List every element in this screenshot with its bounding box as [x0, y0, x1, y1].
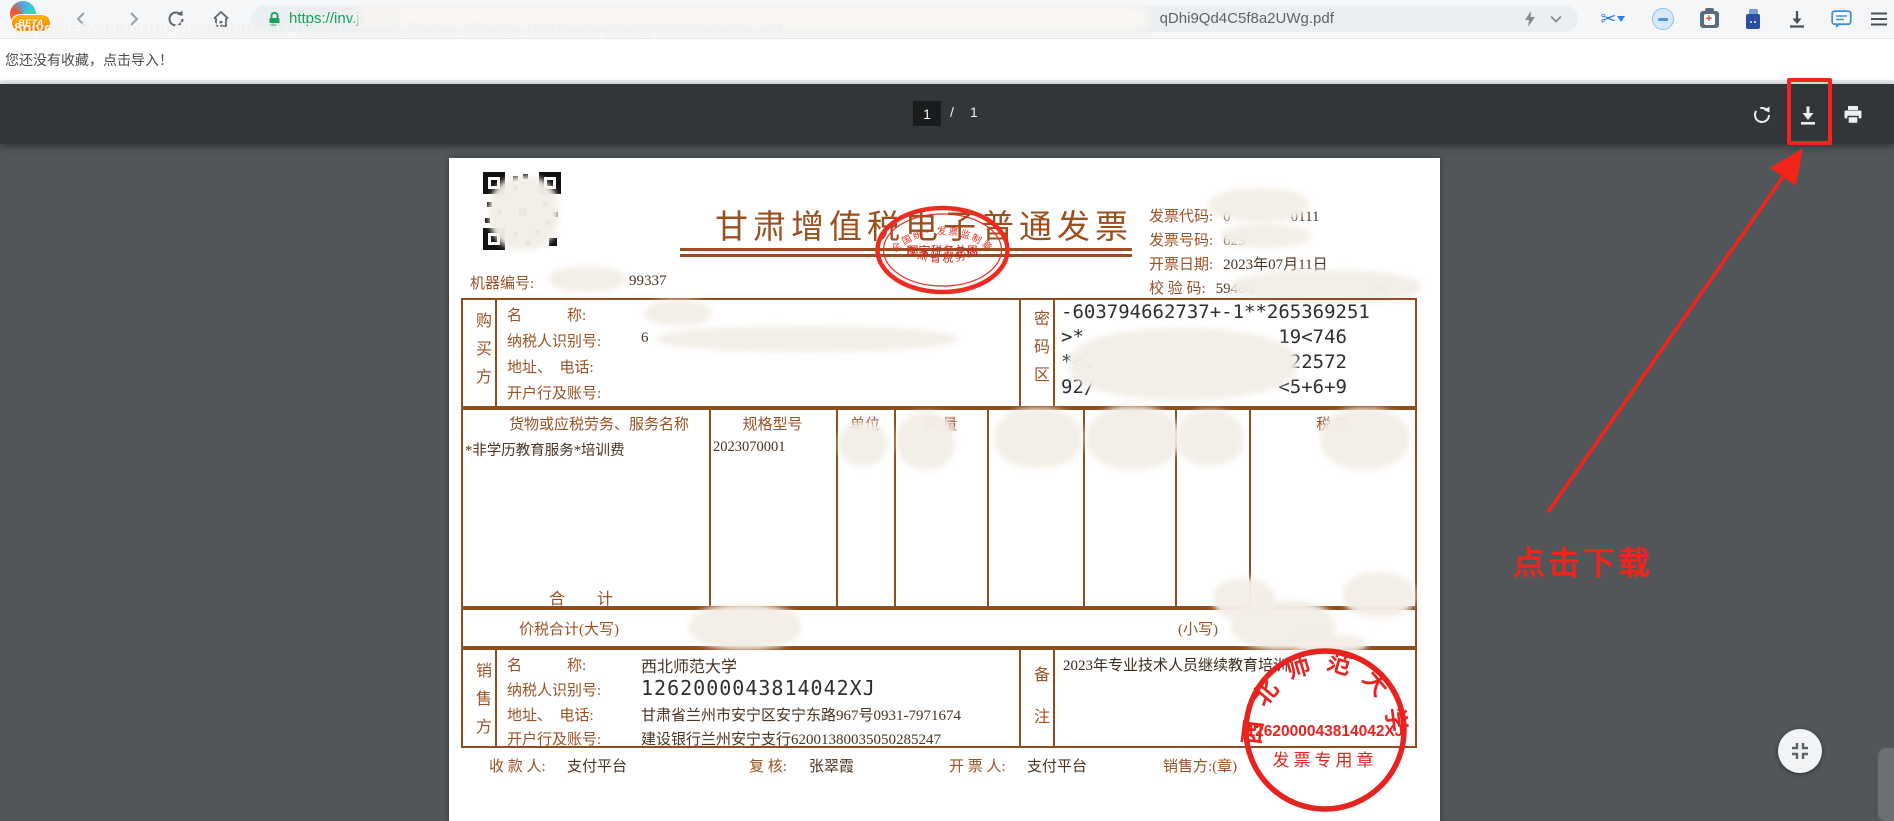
menu-icon[interactable] — [1866, 7, 1892, 31]
redaction-blur — [839, 422, 887, 466]
col-header-spec: 规格型号 — [711, 413, 834, 434]
fit-icon — [1791, 742, 1809, 760]
redaction-blur — [1177, 410, 1243, 466]
seller-bank-value: 建设银行兰州安宁支行62001380035050285247 — [641, 728, 941, 749]
amount-figures-label: (小写) — [1178, 618, 1218, 639]
machine-no-label: 机器编号: — [470, 272, 534, 293]
buyer-name-label: 名 称: — [507, 304, 586, 325]
redaction-blur — [1209, 188, 1309, 222]
seller-name-value: 西北师范大学 — [641, 653, 737, 677]
svg-text:发票专用章: 发票专用章 — [1273, 751, 1378, 770]
remark-side-label: 备注 — [1027, 666, 1051, 750]
page-divider: / — [950, 104, 954, 120]
redaction-blur — [994, 408, 1082, 468]
total-row-label: 合 计 — [549, 585, 613, 609]
seller-addr-value: 甘肃省兰州市安宁区安宁东路967号0931-7971674 — [641, 704, 961, 725]
redaction-blur — [1343, 572, 1415, 618]
review-label: 复 核: — [749, 755, 787, 776]
password-line: -603794662737+-1**265369251 — [1061, 301, 1370, 323]
edge-panel — [1878, 748, 1894, 821]
redaction-blur — [549, 266, 625, 292]
redaction-blur — [645, 300, 711, 326]
fit-to-page-button[interactable] — [1778, 729, 1822, 773]
redaction-blur — [1069, 328, 1297, 400]
medkit-icon[interactable]: + — [1696, 7, 1722, 31]
redaction-blur — [657, 326, 957, 352]
drawer-value: 支付平台 — [1027, 755, 1087, 776]
item-spec: 2023070001 — [713, 439, 786, 456]
drawer-label: 开 票 人: — [949, 755, 1006, 776]
rotate-icon[interactable] — [1749, 102, 1775, 128]
feedback-comment-icon[interactable] — [1828, 7, 1854, 31]
amount-words-label: 价税合计(大写) — [519, 618, 619, 639]
password-side-label: 密码区 — [1027, 310, 1051, 394]
seller-taxid-label: 纳税人识别号: — [507, 679, 601, 700]
tax-supervision-seal: 全国统一发票监制章 国家税务总局 甘肃省税务局 — [873, 204, 1012, 296]
company-seal: 西北师范大学 1262000043814042XJ 发票专用章 — [1240, 645, 1410, 815]
machine-no-value: 99337 — [629, 273, 667, 290]
bookmarks-bar: 您还没有收藏，点击导入！ — [0, 39, 1894, 80]
seller-stamp-label: 销售方:(章) — [1163, 755, 1237, 776]
redaction-blur — [1087, 406, 1179, 470]
col-header-name: 货物或应税劳务、服务名称 — [499, 413, 699, 434]
screenshot-scissors-icon[interactable]: ✂ — [1600, 7, 1626, 31]
svg-text:1262000043814042XJ: 1262000043814042XJ — [1247, 723, 1404, 740]
payee-label: 收 款 人: — [489, 755, 546, 776]
pdf-toolbar — [0, 84, 1894, 144]
seller-side-label: 销售方 — [469, 662, 493, 746]
annotation-box — [1787, 78, 1832, 145]
annotation-label: 点击下载 — [1513, 538, 1653, 584]
urlbar-chevron-down-icon[interactable] — [1550, 15, 1562, 23]
redaction-blur — [489, 176, 559, 250]
invoice-page: 机器编号: 99337 甘肃增值税电子普通发票 全国统一发票监制章 国家税务总局… — [449, 158, 1440, 821]
redaction-blur — [1221, 224, 1311, 248]
adblock-minus-icon[interactable] — [1650, 7, 1676, 31]
seller-taxid-value: 1262000043814042XJ — [641, 676, 876, 700]
item-name: *非学历教育服务*培训费 — [465, 439, 625, 460]
bookmarks-hint[interactable]: 您还没有收藏，点击导入！ — [5, 50, 173, 70]
payee-value: 支付平台 — [567, 755, 627, 776]
buyer-side-label: 购买方 — [469, 312, 493, 396]
quick-launch-bolt-icon[interactable] — [1524, 11, 1536, 27]
url-suffix: qDhi9Qd4C5f8a2UWg.pdf — [1160, 10, 1334, 27]
review-value: 张翠霞 — [809, 755, 854, 776]
browser-download-icon[interactable] — [1784, 7, 1810, 31]
seller-addr-label: 地址、 电话: — [507, 704, 594, 725]
buyer-taxid-label: 纳税人识别号: — [507, 330, 601, 351]
redaction-blur — [689, 604, 801, 650]
page-number-input[interactable]: 1 — [913, 101, 941, 126]
page-total: 1 — [970, 104, 978, 120]
pdf-filename: 8njyqy3E9vsK81vxUP-thu8N6jDHeIFTTYBjwZU2… — [14, 20, 782, 37]
redaction-blur — [1321, 408, 1409, 470]
buyer-taxid-value: 6 — [641, 330, 649, 347]
buyer-addr-label: 地址、 电话: — [507, 356, 594, 377]
print-icon[interactable] — [1840, 102, 1866, 128]
buyer-bank-label: 开户行及账号: — [507, 382, 601, 403]
seller-bank-label: 开户行及账号: — [507, 728, 601, 749]
seller-name-label: 名 称: — [507, 654, 586, 675]
usb-drive-icon[interactable] — [1740, 7, 1766, 31]
redaction-blur — [897, 412, 955, 470]
